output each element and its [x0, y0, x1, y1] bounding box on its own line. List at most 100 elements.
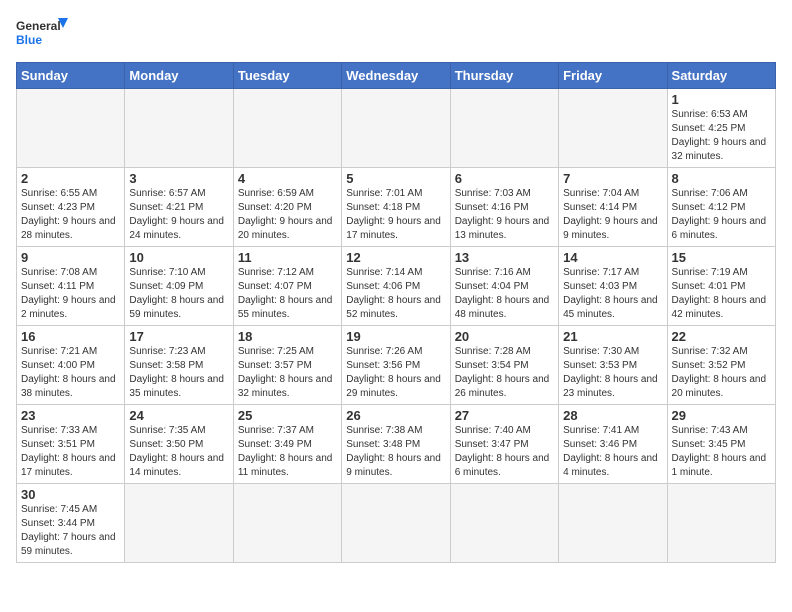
- day-number: 19: [346, 329, 445, 344]
- calendar-week-row: 1Sunrise: 6:53 AM Sunset: 4:25 PM Daylig…: [17, 89, 776, 168]
- weekday-header-row: SundayMondayTuesdayWednesdayThursdayFrid…: [17, 63, 776, 89]
- calendar-cell: [233, 89, 341, 168]
- day-number: 1: [672, 92, 771, 107]
- calendar-cell: 28Sunrise: 7:41 AM Sunset: 3:46 PM Dayli…: [559, 405, 667, 484]
- day-number: 2: [21, 171, 120, 186]
- day-info: Sunrise: 7:01 AM Sunset: 4:18 PM Dayligh…: [346, 187, 445, 243]
- weekday-header-saturday: Saturday: [667, 63, 775, 89]
- calendar-cell: 15Sunrise: 7:19 AM Sunset: 4:01 PM Dayli…: [667, 247, 775, 326]
- calendar-week-row: 2Sunrise: 6:55 AM Sunset: 4:23 PM Daylig…: [17, 168, 776, 247]
- calendar-cell: 11Sunrise: 7:12 AM Sunset: 4:07 PM Dayli…: [233, 247, 341, 326]
- day-number: 11: [238, 250, 337, 265]
- page-header: General Blue: [16, 16, 776, 52]
- day-number: 23: [21, 408, 120, 423]
- calendar-week-row: 23Sunrise: 7:33 AM Sunset: 3:51 PM Dayli…: [17, 405, 776, 484]
- calendar-cell: 23Sunrise: 7:33 AM Sunset: 3:51 PM Dayli…: [17, 405, 125, 484]
- weekday-header-monday: Monday: [125, 63, 233, 89]
- day-number: 6: [455, 171, 554, 186]
- calendar-cell: 17Sunrise: 7:23 AM Sunset: 3:58 PM Dayli…: [125, 326, 233, 405]
- day-info: Sunrise: 6:53 AM Sunset: 4:25 PM Dayligh…: [672, 108, 771, 164]
- day-number: 9: [21, 250, 120, 265]
- day-number: 21: [563, 329, 662, 344]
- calendar-cell: 25Sunrise: 7:37 AM Sunset: 3:49 PM Dayli…: [233, 405, 341, 484]
- calendar-cell: 9Sunrise: 7:08 AM Sunset: 4:11 PM Daylig…: [17, 247, 125, 326]
- svg-text:General: General: [16, 19, 61, 33]
- day-number: 20: [455, 329, 554, 344]
- calendar-cell: 18Sunrise: 7:25 AM Sunset: 3:57 PM Dayli…: [233, 326, 341, 405]
- calendar-cell: [233, 484, 341, 563]
- day-info: Sunrise: 7:03 AM Sunset: 4:16 PM Dayligh…: [455, 187, 554, 243]
- day-number: 10: [129, 250, 228, 265]
- calendar-cell: 7Sunrise: 7:04 AM Sunset: 4:14 PM Daylig…: [559, 168, 667, 247]
- day-number: 16: [21, 329, 120, 344]
- calendar-cell: 12Sunrise: 7:14 AM Sunset: 4:06 PM Dayli…: [342, 247, 450, 326]
- day-info: Sunrise: 7:23 AM Sunset: 3:58 PM Dayligh…: [129, 345, 228, 401]
- day-info: Sunrise: 7:38 AM Sunset: 3:48 PM Dayligh…: [346, 424, 445, 480]
- calendar-week-row: 9Sunrise: 7:08 AM Sunset: 4:11 PM Daylig…: [17, 247, 776, 326]
- calendar-cell: [17, 89, 125, 168]
- calendar-cell: 27Sunrise: 7:40 AM Sunset: 3:47 PM Dayli…: [450, 405, 558, 484]
- day-info: Sunrise: 7:21 AM Sunset: 4:00 PM Dayligh…: [21, 345, 120, 401]
- day-number: 25: [238, 408, 337, 423]
- day-number: 29: [672, 408, 771, 423]
- calendar-cell: 22Sunrise: 7:32 AM Sunset: 3:52 PM Dayli…: [667, 326, 775, 405]
- day-info: Sunrise: 6:59 AM Sunset: 4:20 PM Dayligh…: [238, 187, 337, 243]
- logo-svg: General Blue: [16, 16, 68, 52]
- day-number: 15: [672, 250, 771, 265]
- day-info: Sunrise: 7:26 AM Sunset: 3:56 PM Dayligh…: [346, 345, 445, 401]
- day-number: 4: [238, 171, 337, 186]
- day-number: 24: [129, 408, 228, 423]
- day-number: 28: [563, 408, 662, 423]
- day-number: 14: [563, 250, 662, 265]
- logo: General Blue: [16, 16, 68, 52]
- day-info: Sunrise: 7:40 AM Sunset: 3:47 PM Dayligh…: [455, 424, 554, 480]
- calendar-cell: 10Sunrise: 7:10 AM Sunset: 4:09 PM Dayli…: [125, 247, 233, 326]
- day-number: 17: [129, 329, 228, 344]
- day-info: Sunrise: 7:08 AM Sunset: 4:11 PM Dayligh…: [21, 266, 120, 322]
- day-number: 5: [346, 171, 445, 186]
- day-number: 12: [346, 250, 445, 265]
- day-info: Sunrise: 7:30 AM Sunset: 3:53 PM Dayligh…: [563, 345, 662, 401]
- weekday-header-thursday: Thursday: [450, 63, 558, 89]
- day-number: 18: [238, 329, 337, 344]
- calendar-week-row: 16Sunrise: 7:21 AM Sunset: 4:00 PM Dayli…: [17, 326, 776, 405]
- day-number: 27: [455, 408, 554, 423]
- day-number: 30: [21, 487, 120, 502]
- calendar-cell: 30Sunrise: 7:45 AM Sunset: 3:44 PM Dayli…: [17, 484, 125, 563]
- day-number: 3: [129, 171, 228, 186]
- day-number: 7: [563, 171, 662, 186]
- calendar-cell: [342, 89, 450, 168]
- calendar-cell: 21Sunrise: 7:30 AM Sunset: 3:53 PM Dayli…: [559, 326, 667, 405]
- calendar-cell: 29Sunrise: 7:43 AM Sunset: 3:45 PM Dayli…: [667, 405, 775, 484]
- calendar-cell: 24Sunrise: 7:35 AM Sunset: 3:50 PM Dayli…: [125, 405, 233, 484]
- day-number: 13: [455, 250, 554, 265]
- calendar-cell: [667, 484, 775, 563]
- calendar-page: General Blue SundayMondayTuesdayWednesda…: [0, 0, 792, 612]
- day-number: 26: [346, 408, 445, 423]
- day-info: Sunrise: 7:41 AM Sunset: 3:46 PM Dayligh…: [563, 424, 662, 480]
- day-info: Sunrise: 7:37 AM Sunset: 3:49 PM Dayligh…: [238, 424, 337, 480]
- day-info: Sunrise: 7:04 AM Sunset: 4:14 PM Dayligh…: [563, 187, 662, 243]
- day-info: Sunrise: 7:43 AM Sunset: 3:45 PM Dayligh…: [672, 424, 771, 480]
- calendar-cell: 20Sunrise: 7:28 AM Sunset: 3:54 PM Dayli…: [450, 326, 558, 405]
- calendar-cell: 13Sunrise: 7:16 AM Sunset: 4:04 PM Dayli…: [450, 247, 558, 326]
- calendar-cell: 4Sunrise: 6:59 AM Sunset: 4:20 PM Daylig…: [233, 168, 341, 247]
- calendar-cell: [450, 89, 558, 168]
- weekday-header-sunday: Sunday: [17, 63, 125, 89]
- weekday-header-wednesday: Wednesday: [342, 63, 450, 89]
- day-info: Sunrise: 7:16 AM Sunset: 4:04 PM Dayligh…: [455, 266, 554, 322]
- day-info: Sunrise: 6:55 AM Sunset: 4:23 PM Dayligh…: [21, 187, 120, 243]
- day-info: Sunrise: 7:33 AM Sunset: 3:51 PM Dayligh…: [21, 424, 120, 480]
- day-info: Sunrise: 7:28 AM Sunset: 3:54 PM Dayligh…: [455, 345, 554, 401]
- calendar-cell: 6Sunrise: 7:03 AM Sunset: 4:16 PM Daylig…: [450, 168, 558, 247]
- calendar-table: SundayMondayTuesdayWednesdayThursdayFrid…: [16, 62, 776, 563]
- calendar-cell: 26Sunrise: 7:38 AM Sunset: 3:48 PM Dayli…: [342, 405, 450, 484]
- calendar-cell: [450, 484, 558, 563]
- day-info: Sunrise: 7:25 AM Sunset: 3:57 PM Dayligh…: [238, 345, 337, 401]
- day-info: Sunrise: 6:57 AM Sunset: 4:21 PM Dayligh…: [129, 187, 228, 243]
- day-info: Sunrise: 7:32 AM Sunset: 3:52 PM Dayligh…: [672, 345, 771, 401]
- day-info: Sunrise: 7:10 AM Sunset: 4:09 PM Dayligh…: [129, 266, 228, 322]
- day-number: 8: [672, 171, 771, 186]
- day-info: Sunrise: 7:06 AM Sunset: 4:12 PM Dayligh…: [672, 187, 771, 243]
- calendar-cell: [342, 484, 450, 563]
